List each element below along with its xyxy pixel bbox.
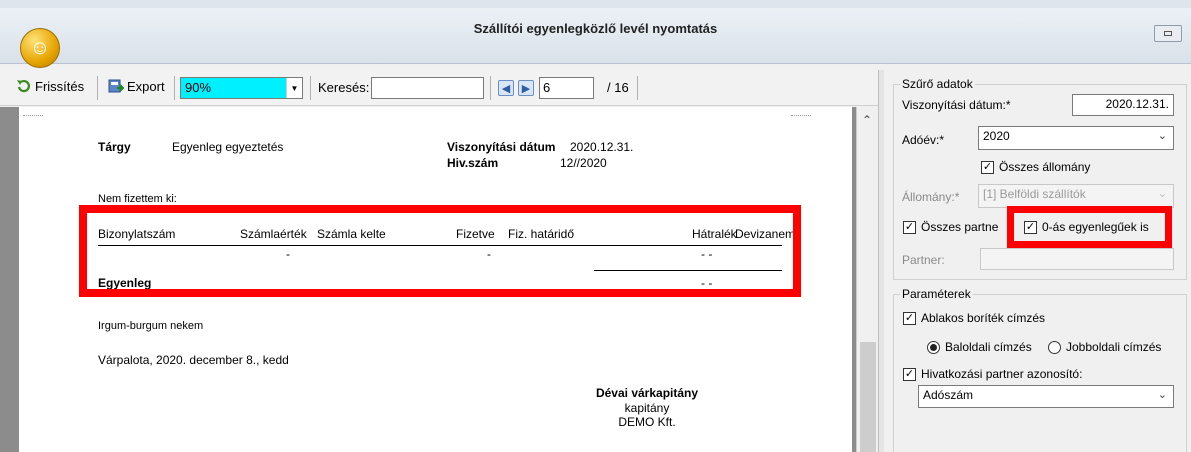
reference-date-input[interactable]: 2020.12.31. (1072, 94, 1174, 116)
toolbar-separator (310, 76, 311, 100)
zero-balance-label: 0-ás egyenlegűek is (1042, 220, 1149, 234)
right-address-radio[interactable]: Jobboldali címzés (1048, 340, 1161, 354)
report-scrollbar[interactable]: ⌃ (856, 107, 878, 452)
partner-input[interactable] (980, 248, 1174, 270)
export-button[interactable]: Export (108, 78, 165, 94)
table-highlight-box (79, 205, 801, 297)
stock-label: Állomány:* (902, 190, 960, 204)
unpaid-heading: Nem fizettem ki: (98, 193, 177, 205)
search-input[interactable] (371, 77, 484, 99)
subject-label: Tárgy (98, 140, 131, 154)
reference-date-value: 2020.12.31. (570, 140, 634, 154)
partner-label: Partner: (902, 253, 945, 267)
ref-partner-id-checkbox[interactable]: ✓ Hivatkozási partner azonosító: (903, 367, 1082, 381)
refresh-button[interactable]: Frissítés (16, 78, 84, 94)
note-text: Irgum-burgum nekem (98, 320, 204, 332)
stock-select[interactable]: [1] Belföldi szállítók ⌄ (978, 184, 1174, 208)
scroll-thumb[interactable] (860, 342, 876, 452)
title-bar: ☺ Szállítói egyenlegközlő levél nyomtatá… (0, 8, 1191, 68)
all-stock-label: Összes állomány (999, 160, 1091, 174)
next-page-icon[interactable]: ▶ (518, 80, 534, 96)
radio-unselected-icon[interactable] (1048, 340, 1061, 354)
report-page: Tárgy Egyenleg egyeztetés Viszonyítási d… (19, 107, 852, 452)
ref-partner-id-value: Adószám (923, 388, 974, 402)
checkbox-checked-icon[interactable]: ✓ (903, 367, 916, 381)
place-date-text: Várpalota, 2020. december 8., kedd (98, 353, 289, 367)
tax-year-value: 2020 (983, 129, 1010, 143)
checkbox-checked-icon[interactable]: ✓ (1024, 220, 1037, 234)
refresh-icon (17, 79, 30, 93)
ref-partner-id-label: Hivatkozási partner azonosító: (921, 367, 1083, 381)
chevron-down-icon[interactable]: ⌄ (1158, 129, 1167, 142)
previous-page-icon[interactable]: ◀ (498, 80, 514, 96)
chevron-down-icon[interactable]: ▼ (286, 78, 302, 98)
checkbox-checked-icon[interactable]: ✓ (903, 220, 916, 234)
tax-year-label: Adóév:* (902, 133, 945, 147)
restore-window-button[interactable] (1154, 25, 1182, 42)
left-address-radio[interactable]: Baloldali címzés (927, 340, 1032, 354)
export-icon (108, 79, 124, 93)
page-margin-marker (791, 115, 811, 116)
signer-title: kapitány (624, 401, 670, 415)
filter-group-title: Szűrő adatok (900, 77, 975, 91)
subject-value: Egyenleg egyeztetés (172, 140, 284, 154)
params-group-title: Paraméterek (900, 287, 973, 301)
all-partner-checkbox[interactable]: ✓ Összes partne (903, 220, 998, 234)
page-margin-marker (23, 115, 43, 116)
radio-selected-icon[interactable] (927, 340, 940, 354)
signer-name: Dévai várkapitány (595, 386, 699, 400)
zoom-select[interactable]: 90% ▼ (180, 77, 303, 99)
zoom-value: 90% (181, 78, 286, 98)
refresh-label: Frissítés (35, 78, 85, 94)
all-partner-label: Összes partne (921, 220, 999, 234)
toolbar-separator (174, 76, 175, 100)
page-total: / 16 (607, 80, 629, 95)
ref-partner-id-select[interactable]: Adószám ⌄ (918, 385, 1174, 408)
reference-number-value: 12//2020 (560, 156, 607, 170)
chevron-down-icon[interactable]: ⌄ (1158, 187, 1167, 200)
filter-panel: Szűrő adatok Viszonyítási dátum:* 2020.1… (884, 70, 1191, 452)
checkbox-checked-icon[interactable]: ✓ (903, 311, 916, 325)
report-toolbar: Frissítés Export 90% ▼ Keresés: ◀ ▶ 6 / … (0, 70, 878, 106)
toolbar-separator (637, 76, 638, 100)
reference-number-label: Hiv.szám (447, 156, 499, 170)
restore-icon (1164, 31, 1172, 36)
zero-balance-checkbox[interactable]: ✓ 0-ás egyenlegűek is (1024, 220, 1149, 234)
window-envelope-label: Ablakos boríték címzés (921, 311, 1046, 325)
chevron-down-icon[interactable]: ⌄ (1158, 388, 1167, 401)
reference-date-field-label: Viszonyítási dátum:* (902, 98, 1011, 112)
toolbar-separator (490, 76, 491, 100)
page-number-input[interactable]: 6 (539, 77, 594, 99)
signer-company: DEMO Kft. (618, 415, 676, 429)
all-stock-checkbox[interactable]: ✓ Összes állomány (981, 160, 1090, 174)
checkbox-checked-icon[interactable]: ✓ (981, 160, 994, 174)
window-title: Szállítói egyenlegközlő levél nyomtatás (473, 21, 718, 36)
tax-year-select[interactable]: 2020 ⌄ (978, 126, 1174, 150)
stock-value: [1] Belföldi szállítók (983, 187, 1086, 201)
background-window-strip (0, 0, 1191, 8)
report-viewer: Tárgy Egyenleg egyeztetés Viszonyítási d… (0, 107, 878, 452)
export-label: Export (127, 78, 165, 94)
right-address-label: Jobboldali címzés (1066, 340, 1162, 354)
search-label: Keresés: (318, 80, 370, 95)
toolbar-separator (97, 76, 98, 100)
reference-date-label: Viszonyítási dátum (447, 140, 556, 154)
window-envelope-checkbox[interactable]: ✓ Ablakos boríték címzés (903, 311, 1045, 325)
left-address-label: Baloldali címzés (945, 340, 1032, 354)
scroll-up-icon[interactable]: ⌃ (862, 113, 872, 127)
